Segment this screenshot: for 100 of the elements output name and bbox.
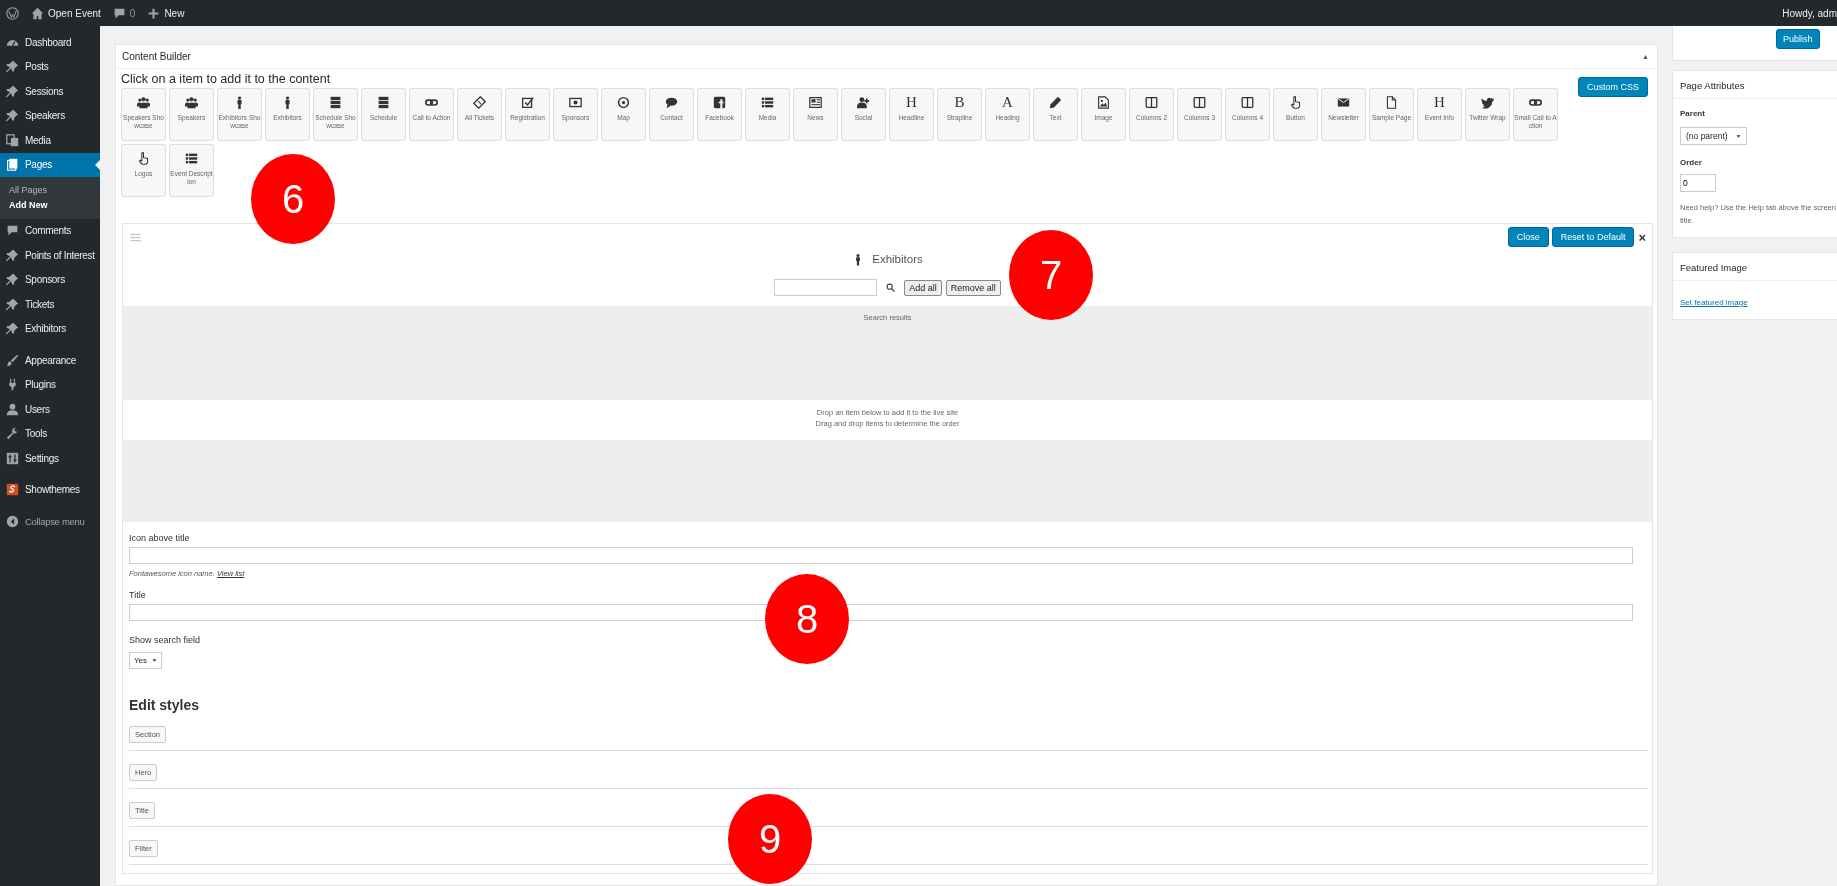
chain-link-icon — [1529, 96, 1542, 109]
columns-icon — [1145, 96, 1158, 109]
remove-all-button[interactable]: Remove all — [945, 279, 1001, 296]
sidebar-item[interactable]: Exhibitors — [0, 316, 100, 341]
pages-icon — [6, 158, 19, 171]
document-icon — [1385, 96, 1398, 109]
comment-icon — [112, 6, 126, 20]
pencil-icon — [1049, 96, 1062, 109]
panel-title: Content Builder — [122, 51, 191, 62]
field-label: Order — [1680, 158, 1703, 167]
pin-icon — [6, 109, 19, 123]
people-icon — [137, 96, 150, 109]
chain-link-icon — [425, 96, 438, 109]
checkbox-icon — [521, 96, 534, 109]
field-label: Show search field — [129, 635, 202, 645]
section-heading: Edit styles — [129, 697, 201, 713]
pin-icon — [6, 273, 19, 287]
field-label: Icon above title — [129, 533, 191, 543]
reset-button[interactable]: Reset to Default — [1551, 227, 1635, 247]
brush-icon — [6, 353, 19, 367]
sidebar-item[interactable]: Pages — [0, 152, 100, 177]
wrench-icon — [6, 427, 19, 441]
sidebar-item[interactable]: Comments — [0, 218, 100, 243]
sidebar-item[interactable]: Points of Interest — [0, 243, 100, 268]
user-plus-icon — [857, 96, 870, 109]
sidebar-item[interactable]: Media — [0, 128, 100, 153]
home-icon — [31, 6, 44, 20]
close-button[interactable]: Close — [1507, 227, 1549, 247]
caret-icon — [1735, 133, 1741, 139]
sidebar-item[interactable]: Tools — [0, 421, 100, 446]
new-link[interactable]: New — [147, 6, 185, 20]
bird-icon — [1481, 96, 1494, 109]
module-title: Exhibitors — [872, 253, 923, 265]
letter-icon: H — [906, 96, 917, 109]
remove-button[interactable]: × — [1638, 229, 1646, 245]
sidebar-item[interactable]: Appearance — [0, 348, 100, 373]
envelope-icon — [1337, 96, 1350, 109]
image-icon — [1097, 96, 1110, 109]
pointing-hand-icon — [137, 152, 150, 165]
field-label: Title — [129, 590, 147, 600]
add-all-button[interactable]: Add all — [904, 279, 942, 296]
server-icon — [377, 96, 390, 109]
sidebar-item[interactable]: Sessions — [0, 79, 100, 104]
parent-dropdown[interactable]: (no parent) — [1680, 127, 1747, 145]
account-link[interactable]: Howdy, adm — [1782, 7, 1837, 19]
site-link[interactable]: Open Event — [31, 6, 101, 20]
ticket-icon — [473, 96, 486, 109]
publish-button[interactable]: Publish — [1776, 29, 1820, 49]
text-field[interactable] — [129, 547, 1633, 564]
newspaper-icon — [809, 96, 822, 109]
custom-css-button[interactable]: Custom CSS — [1578, 77, 1648, 97]
box-title: Page Attributes — [1673, 71, 1837, 99]
search-icon — [886, 283, 896, 292]
sidebar-item[interactable]: Sponsors — [0, 267, 100, 292]
people-icon — [185, 96, 198, 109]
pointing-hand-icon — [1289, 96, 1302, 109]
user-icon — [6, 402, 19, 416]
sidebar-item[interactable]: Settings — [0, 446, 100, 471]
sidebar-item[interactable]: Collapse menu — [0, 509, 100, 534]
pin-icon — [6, 84, 19, 98]
sidebar-item[interactable]: Speakers — [0, 103, 100, 128]
field-label: Parent — [1680, 109, 1706, 118]
sidebar-item[interactable]: Dashboard — [0, 30, 100, 55]
plug-icon — [6, 378, 19, 392]
letter-icon: B — [954, 96, 965, 109]
sidebar-item[interactable]: Users — [0, 397, 100, 422]
box-title: Featured Image — [1673, 253, 1837, 281]
speech-bubble-icon — [665, 96, 678, 109]
caret-icon — [152, 658, 158, 663]
target-icon — [617, 96, 630, 109]
comments-link[interactable]: 0 — [112, 6, 136, 20]
sidebar-item[interactable]: Showthemes — [0, 477, 100, 502]
search-field[interactable] — [774, 279, 878, 296]
sidebar-item[interactable]: Posts — [0, 54, 100, 79]
columns-icon — [1241, 96, 1254, 109]
set-featured-image-link[interactable]: Set featured image — [1680, 298, 1748, 307]
columns-icon — [1193, 96, 1206, 109]
plus-icon — [147, 6, 161, 20]
social-square-icon — [713, 96, 726, 109]
drag-handle-icon — [130, 232, 141, 242]
letter-icon: A — [1002, 96, 1013, 109]
media-icon — [6, 133, 19, 147]
letter-icon: H — [1434, 96, 1445, 109]
submenu-item[interactable]: All Pages — [0, 182, 100, 198]
sidebar-item[interactable]: Tickets — [0, 292, 100, 317]
server-icon — [329, 96, 342, 109]
comment-icon — [6, 224, 19, 238]
pin-icon — [6, 322, 19, 336]
settings-icon — [6, 451, 19, 465]
banknote-icon — [569, 96, 582, 109]
order-field[interactable]: 0 — [1680, 174, 1716, 192]
select-dropdown[interactable]: Yes — [129, 652, 163, 669]
sidebar-item[interactable]: Plugins — [0, 372, 100, 397]
list-icon — [185, 152, 198, 165]
wordpress-logo-icon — [6, 6, 19, 20]
submenu-item[interactable]: Add New — [0, 197, 100, 213]
pin-icon — [6, 60, 19, 74]
collapse-icon — [6, 514, 19, 528]
list-icon — [761, 96, 774, 109]
pin-icon — [6, 248, 19, 262]
